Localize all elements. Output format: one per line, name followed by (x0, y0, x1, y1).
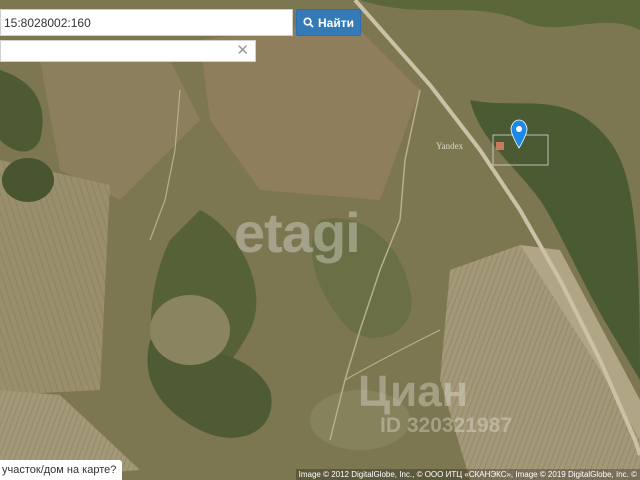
search-result-box[interactable]: ✕ (0, 40, 256, 62)
close-icon[interactable]: ✕ (236, 42, 249, 60)
map-attribution: Image © 2012 DigitalGlobe, Inc., © ООО И… (295, 469, 640, 480)
search-input[interactable] (0, 9, 293, 36)
search-button-label: Найти (318, 15, 354, 30)
watermark-etagi: etagi (234, 201, 361, 264)
parcel-roof (496, 142, 504, 150)
clearing-1 (150, 295, 230, 365)
imagery-label: Yandex (436, 141, 464, 151)
watermark-cian: Циан (358, 367, 469, 416)
bottom-link[interactable]: участок/дом на карте? (0, 460, 123, 480)
watermark-id: ID 320321987 (380, 414, 512, 437)
forest-blob (2, 158, 54, 202)
search-icon (303, 17, 314, 28)
search-button[interactable]: Найти (296, 9, 361, 36)
search-bar: Найти (0, 9, 361, 36)
